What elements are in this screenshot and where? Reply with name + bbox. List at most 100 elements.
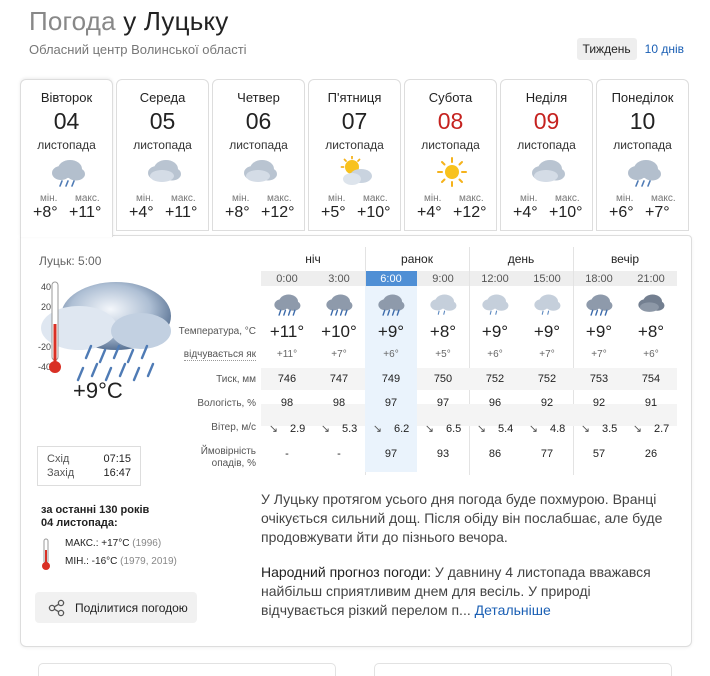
- wind-direction-icon: ↘: [528, 423, 538, 435]
- wind-direction-icon: ↘: [424, 423, 434, 435]
- feels-cell: +7°: [591, 349, 607, 360]
- wind-speed: 6.2: [393, 423, 410, 435]
- row-label-precip_1: Ймовірність: [200, 446, 256, 457]
- day-weather-icon: [241, 156, 279, 188]
- precip-cell: 77: [540, 448, 554, 460]
- pressure-cell: 754: [641, 373, 661, 385]
- details-link[interactable]: Детальніше: [475, 602, 551, 618]
- max-temperature: +10°: [357, 204, 391, 221]
- day-of-week: Четвер: [237, 90, 280, 105]
- period-1: ранок: [401, 252, 433, 266]
- wind-direction-icon: ↘: [268, 423, 278, 435]
- precip-cell: 26: [644, 448, 658, 460]
- month-name: листопада: [133, 138, 192, 152]
- max-temperature: +11°: [69, 204, 102, 221]
- min-temperature: +4°: [417, 204, 442, 221]
- min-label: мін.: [616, 193, 634, 204]
- hour-weather-cell: [428, 291, 458, 317]
- precip-cell: -: [285, 448, 289, 460]
- pressure-cell: 747: [329, 373, 349, 385]
- hour-label: 9:00: [432, 273, 454, 285]
- humidity-cell: 97: [436, 397, 450, 409]
- hour-weather-cell: [532, 291, 562, 317]
- max-label: макс.: [171, 193, 196, 204]
- temp-cell: +8°: [637, 322, 665, 341]
- cloud-light-rain-icon: [482, 294, 509, 315]
- day-weather-icon: [433, 156, 471, 188]
- ten-days-link[interactable]: 10 днів: [639, 38, 690, 60]
- min-temperature: +8°: [225, 204, 250, 221]
- day-tab-05[interactable]: Середа 05 листопада мін. макс. +4° +11°: [116, 79, 209, 231]
- sun-cloud-icon: [340, 155, 372, 185]
- min-label: мін.: [232, 193, 250, 204]
- min-temperature: +8°: [33, 204, 58, 221]
- day-weather-icon: [49, 156, 87, 188]
- history-max-value: +17°C: [101, 538, 130, 549]
- day-number: 04: [53, 108, 80, 134]
- tab-connector: [21, 234, 112, 237]
- day-tab-06[interactable]: Четвер 06 листопада мін. макс. +8° +12°: [212, 79, 305, 231]
- day-description: У Луцьку протягом усього дня погода буде…: [261, 491, 663, 545]
- day-of-week: Понеділок: [611, 90, 674, 105]
- cloud-icon: [532, 160, 565, 182]
- wind-cell: ↘ 4.8: [521, 422, 573, 435]
- temp-cell: +9°: [481, 322, 509, 341]
- period-3: вечір: [610, 252, 640, 266]
- history-date: 04 листопада:: [41, 517, 118, 529]
- feels-cell: +6°: [383, 349, 399, 360]
- precip-cell: -: [337, 448, 341, 460]
- min-temperature: +4°: [513, 204, 538, 221]
- max-temperature: +10°: [549, 204, 583, 221]
- day-tab-08[interactable]: Субота 08 листопада мін. макс. +4° +12°: [404, 79, 497, 231]
- day-number: 08: [437, 108, 464, 134]
- cloud-rain-icon: [52, 160, 85, 187]
- history-title: за останні 130 років 04 листопада:: [41, 504, 201, 530]
- history-min-value: -16°C: [91, 556, 118, 567]
- cloud-rain-icon: [628, 160, 661, 187]
- humidity-cell: 92: [540, 397, 554, 409]
- temp-cell: +11°: [269, 322, 305, 341]
- min-temperature: +6°: [609, 204, 634, 221]
- hourly-forecast: ніч ранок день вечір 0:00 3:00 6:00 9:00 12:00 15…: [21, 236, 693, 476]
- wind-cell: ↘ 2.9: [261, 422, 313, 435]
- history-min: МІН.: -16°C (1979, 2019): [65, 556, 177, 567]
- max-temperature: +12°: [453, 204, 487, 221]
- max-temperature: +7°: [645, 204, 670, 221]
- min-label: мін.: [136, 193, 154, 204]
- hour-label: 21:00: [637, 273, 665, 285]
- day-tab-07[interactable]: П'ятниця 07 листопада мін. макс. +5° +10°: [308, 79, 401, 231]
- title-prefix: Погода: [29, 6, 116, 36]
- day-tab-04[interactable]: Вівторок 04 листопада мін. макс. +8° +11°: [20, 79, 113, 237]
- day-tab-10[interactable]: Понеділок 10 листопада мін. макс. +6° +7°: [596, 79, 689, 231]
- hour-weather-cell: [324, 291, 354, 317]
- day-number: 10: [629, 108, 656, 134]
- row-label-humidity: Вологість, %: [197, 398, 256, 409]
- pressure-cell: 750: [433, 373, 453, 385]
- hour-weather-cell: [636, 291, 666, 317]
- min-label: мін.: [328, 193, 346, 204]
- min-label: мін.: [520, 193, 538, 204]
- temp-cell: +8°: [429, 322, 457, 341]
- pressure-cell: 752: [485, 373, 505, 385]
- wind-cell: ↘ 3.5: [573, 422, 625, 435]
- feels-cell: +7°: [539, 349, 555, 360]
- max-label: макс.: [267, 193, 292, 204]
- row-label-precip_2: опадів, %: [211, 458, 256, 469]
- day-details-panel: Луцьк: 5:00 40200-20-40 +9°C Схід07:15: [20, 235, 692, 647]
- max-label: макс.: [459, 193, 484, 204]
- week-view-button[interactable]: Тиждень: [576, 38, 637, 60]
- pressure-cell: 746: [277, 373, 297, 385]
- min-temperature: +4°: [129, 204, 154, 221]
- day-tabs: Вівторок 04 листопада мін. макс. +8° +11° Серед…: [20, 79, 692, 237]
- humidity-cell: 92: [592, 397, 606, 409]
- share-weather-button[interactable]: Поділитися погодою: [35, 592, 197, 623]
- row-label-temp: Температура, °С: [178, 326, 256, 337]
- history-thermometer-icon: [42, 538, 50, 570]
- cloud-light-rain-icon: [534, 294, 561, 315]
- wind-direction-icon: ↘: [476, 423, 486, 435]
- day-tab-09[interactable]: Неділя 09 листопада мін. макс. +4° +10°: [500, 79, 593, 231]
- day-number: 06: [245, 108, 272, 134]
- min-temperature: +5°: [321, 204, 346, 221]
- bottom-card-right: [374, 663, 672, 676]
- month-name: листопада: [229, 138, 288, 152]
